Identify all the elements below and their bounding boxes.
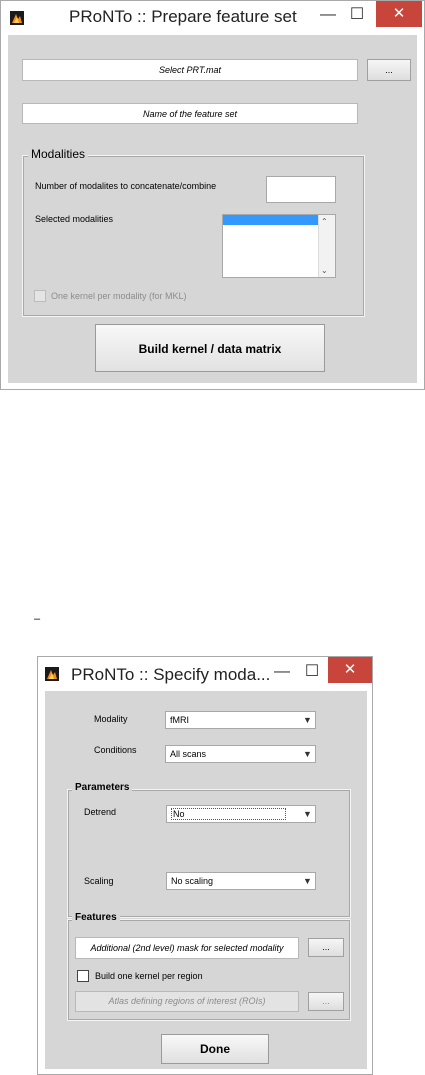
modalities-group: Modalities Number of modalites to concat…: [22, 147, 365, 317]
features-group: Features Additional (2nd level) mask for…: [67, 912, 351, 1021]
pronto-app-icon: [10, 11, 24, 28]
chevron-down-icon: ▼: [303, 876, 312, 886]
conditions-select[interactable]: All scans ▼: [165, 745, 316, 763]
modalities-legend: Modalities: [28, 147, 89, 161]
detrend-label: Detrend: [84, 807, 117, 817]
window-title-2: PRoNTo :: Specify moda...: [71, 665, 271, 684]
detrend-select[interactable]: No ▼: [166, 805, 316, 823]
scroll-down-icon[interactable]: ⌄: [321, 266, 328, 275]
feature-set-name-field[interactable]: Name of the feature set: [22, 103, 358, 124]
done-button[interactable]: Done: [161, 1034, 269, 1064]
region-kernel-checkbox[interactable]: [77, 970, 89, 982]
features-legend: Features: [72, 912, 120, 923]
title-bar[interactable]: PRoNTo :: Prepare feature set — ☐ ✕: [1, 1, 424, 35]
scaling-select[interactable]: No scaling ▼: [166, 872, 316, 890]
modality-select[interactable]: fMRI ▼: [165, 711, 316, 729]
scaling-label: Scaling: [84, 876, 114, 886]
selected-modalities-list[interactable]: ⌃ ⌄: [222, 214, 336, 278]
list-scrollbar[interactable]: ⌃ ⌄: [318, 215, 335, 277]
specify-modality-window: PRoNTo :: Specify moda... — ☐ ✕ Modality…: [37, 656, 373, 1075]
one-kernel-checkbox[interactable]: [34, 290, 46, 302]
maximize-button-2[interactable]: ☐: [300, 661, 324, 683]
scroll-up-icon[interactable]: ⌃: [321, 217, 328, 226]
num-modalities-label: Number of modalites to concatenate/combi…: [35, 181, 217, 191]
region-kernel-label: Build one kernel per region: [95, 971, 203, 981]
scaling-value: No scaling: [171, 876, 214, 886]
maximize-button[interactable]: ☐: [345, 4, 369, 26]
modality-value: fMRI: [170, 715, 189, 725]
pronto-app-icon: [45, 667, 59, 684]
close-button-2[interactable]: ✕: [328, 657, 372, 683]
chevron-down-icon: ▼: [303, 715, 312, 725]
atlas-field[interactable]: Atlas defining regions of interest (ROIs…: [75, 991, 299, 1012]
selected-modalities-label: Selected modalities: [35, 214, 114, 224]
num-modalities-input[interactable]: [266, 176, 336, 203]
minimize-button[interactable]: —: [316, 4, 340, 26]
modality-panel: Modality fMRI ▼ Conditions All scans ▼ P…: [45, 691, 367, 1069]
main-panel: Select PRT.mat ... Name of the feature s…: [8, 35, 417, 383]
mask-browse-button[interactable]: ...: [308, 938, 344, 957]
select-prt-field[interactable]: Select PRT.mat: [22, 59, 358, 81]
stray-mark: –: [34, 613, 41, 625]
minimize-button-2[interactable]: —: [270, 661, 294, 683]
conditions-label: Conditions: [94, 745, 137, 755]
selected-list-item[interactable]: [223, 215, 319, 225]
conditions-value: All scans: [170, 749, 207, 759]
prepare-feature-set-window: PRoNTo :: Prepare feature set — ☐ ✕ Sele…: [0, 0, 425, 390]
chevron-down-icon: ▼: [303, 809, 312, 819]
close-button[interactable]: ✕: [376, 1, 422, 27]
parameters-legend: Parameters: [72, 782, 133, 793]
one-kernel-label: One kernel per modality (for MKL): [51, 291, 187, 301]
mask-field[interactable]: Additional (2nd level) mask for selected…: [75, 937, 299, 959]
parameters-group: Parameters Detrend No ▼ Scaling No scali…: [67, 782, 351, 918]
build-kernel-button[interactable]: Build kernel / data matrix: [95, 324, 325, 372]
detrend-value: No: [171, 808, 286, 820]
title-bar-2[interactable]: PRoNTo :: Specify moda... — ☐ ✕: [38, 657, 372, 691]
modality-label: Modality: [94, 714, 128, 724]
browse-prt-button[interactable]: ...: [367, 59, 411, 81]
window-title: PRoNTo :: Prepare feature set: [69, 7, 297, 26]
chevron-down-icon: ▼: [303, 749, 312, 759]
atlas-browse-button[interactable]: ...: [308, 992, 344, 1011]
